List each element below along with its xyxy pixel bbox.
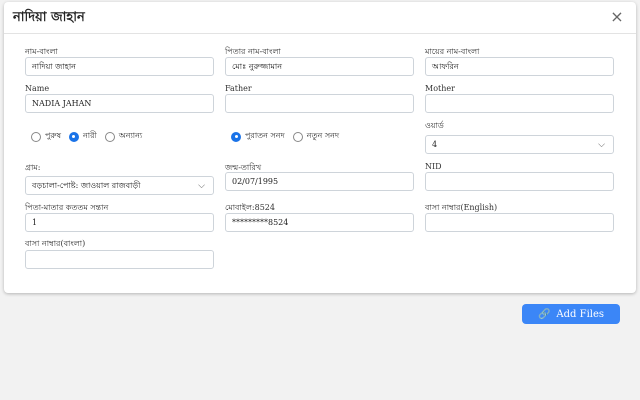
modal-header: নাদিয়া জাহান × (4, 2, 636, 34)
name-bn-input[interactable]: নাদিয়া জাহান (25, 57, 214, 76)
gender-option-label: পুরুষ (45, 131, 61, 140)
nid-input[interactable] (425, 172, 614, 191)
village-label: গ্রাম: (25, 163, 41, 172)
radio-dot-selected (231, 131, 241, 142)
dob-input[interactable]: 02/07/1995 (225, 172, 414, 191)
house-bn-input[interactable] (25, 250, 214, 269)
ward-label: ওয়ার্ড (425, 121, 444, 130)
house-en-input[interactable] (425, 213, 614, 232)
chevron-down-icon: ⌵ (598, 140, 605, 150)
gender-option-label: নারী (82, 131, 97, 140)
certificate-radio-old[interactable]: পুরাতন সনদ (231, 130, 285, 143)
modal-title: নাদিয়া জাহান (13, 10, 85, 25)
name-en-input[interactable]: NADIA JAHAN (25, 94, 214, 113)
gender-option-label: অন্যান্য (118, 131, 143, 140)
mother-en-label: Mother (425, 84, 455, 93)
radio-dot (31, 131, 41, 142)
mother-bn-input[interactable]: আফরিন (425, 57, 614, 76)
father-bn-input[interactable]: মোঃ নুরুজ্জামান (225, 57, 414, 76)
father-en-label: Father (225, 84, 252, 93)
gender-radio-female[interactable]: নারী (68, 130, 97, 143)
name-en-label: Name (25, 84, 50, 93)
village-select[interactable]: বড়চালা-পোষ্ট: জাওয়াল রাজবাড়ী ⌵ (25, 176, 214, 195)
ward-value: 4 (432, 140, 438, 149)
gender-radio-male[interactable]: পুরুষ (31, 130, 61, 143)
nid-label: NID (425, 162, 442, 171)
father-en-input[interactable] (225, 94, 414, 113)
paperclip-icon: 🔗 (537, 308, 551, 320)
certificate-option-label: পুরাতন সনদ (245, 131, 285, 140)
add-files-label: Add Files (556, 308, 605, 320)
add-files-button[interactable]: 🔗 Add Files (522, 304, 620, 324)
person-edit-modal: নাদিয়া জাহান × নাম-বাংলা নাদিয়া জাহান … (4, 2, 636, 293)
village-value: বড়চালা-পোষ্ট: জাওয়াল রাজবাড়ী (32, 181, 141, 190)
certificate-option-label: নতুন সনদ (306, 131, 340, 140)
radio-dot (104, 131, 115, 142)
ward-select[interactable]: 4 ⌵ (425, 135, 614, 154)
gender-radio-group: পুরুষ নারী অন্যান্য (31, 130, 150, 143)
mother-en-input[interactable] (425, 94, 614, 113)
page-background: নাদিয়া জাহান × নাম-বাংলা নাদিয়া জাহান … (0, 0, 640, 400)
gender-radio-other[interactable]: অন্যান্য (104, 130, 143, 143)
radio-dot (292, 131, 303, 142)
chevron-down-icon: ⌵ (198, 181, 205, 191)
close-icon[interactable]: × (608, 8, 626, 26)
radio-dot-selected (68, 131, 79, 142)
child-rank-input[interactable]: 1 (25, 213, 214, 232)
certificate-radio-group: পুরাতন সনদ নতুন সনদ (231, 130, 347, 143)
mobile-input[interactable]: *********8524 (225, 213, 414, 232)
certificate-radio-new[interactable]: নতুন সনদ (292, 130, 340, 143)
